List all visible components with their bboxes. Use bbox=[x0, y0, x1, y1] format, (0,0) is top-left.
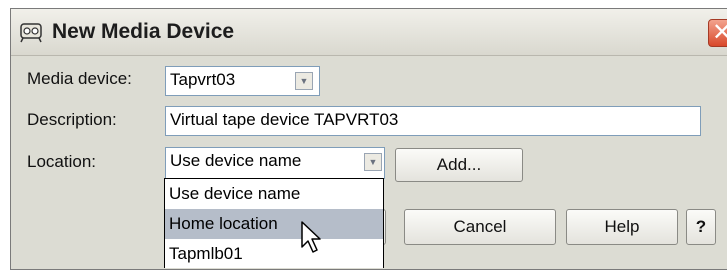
chevron-down-icon: ▼ bbox=[299, 76, 309, 86]
title-bar: New Media Device ✕ bbox=[11, 9, 727, 56]
location-dropdown-list: Use device name Home location Tapmlb01 bbox=[164, 178, 384, 268]
chevron-down-icon: ▼ bbox=[368, 157, 378, 167]
close-icon: ✕ bbox=[711, 19, 727, 46]
media-device-dropdown-button[interactable]: ▼ bbox=[295, 72, 313, 90]
location-value: Use device name bbox=[170, 151, 302, 170]
description-label: Description: bbox=[27, 110, 117, 129]
window-title: New Media Device bbox=[52, 20, 235, 43]
location-option[interactable]: Use device name bbox=[165, 179, 383, 209]
description-value: Virtual tape device TAPVRT03 bbox=[170, 110, 399, 129]
cancel-button[interactable]: Cancel bbox=[404, 209, 556, 245]
mouse-pointer-icon bbox=[300, 221, 324, 255]
help-button[interactable]: Help bbox=[566, 209, 678, 245]
location-dropdown-button[interactable]: ▼ bbox=[364, 153, 382, 171]
media-device-icon bbox=[19, 21, 43, 43]
location-option-highlighted[interactable]: Home location bbox=[165, 209, 383, 239]
media-device-value: Tapvrt03 bbox=[170, 70, 236, 89]
whats-this-button[interactable]: ? bbox=[686, 209, 716, 245]
description-input[interactable]: Virtual tape device TAPVRT03 bbox=[165, 106, 701, 136]
media-device-label: Media device: bbox=[27, 69, 132, 88]
add-button[interactable]: Add... bbox=[395, 148, 523, 182]
location-option[interactable]: Tapmlb01 bbox=[165, 239, 383, 268]
close-button[interactable]: ✕ bbox=[708, 19, 727, 47]
location-label: Location: bbox=[27, 152, 96, 171]
location-combo[interactable]: Use device name bbox=[165, 147, 385, 179]
